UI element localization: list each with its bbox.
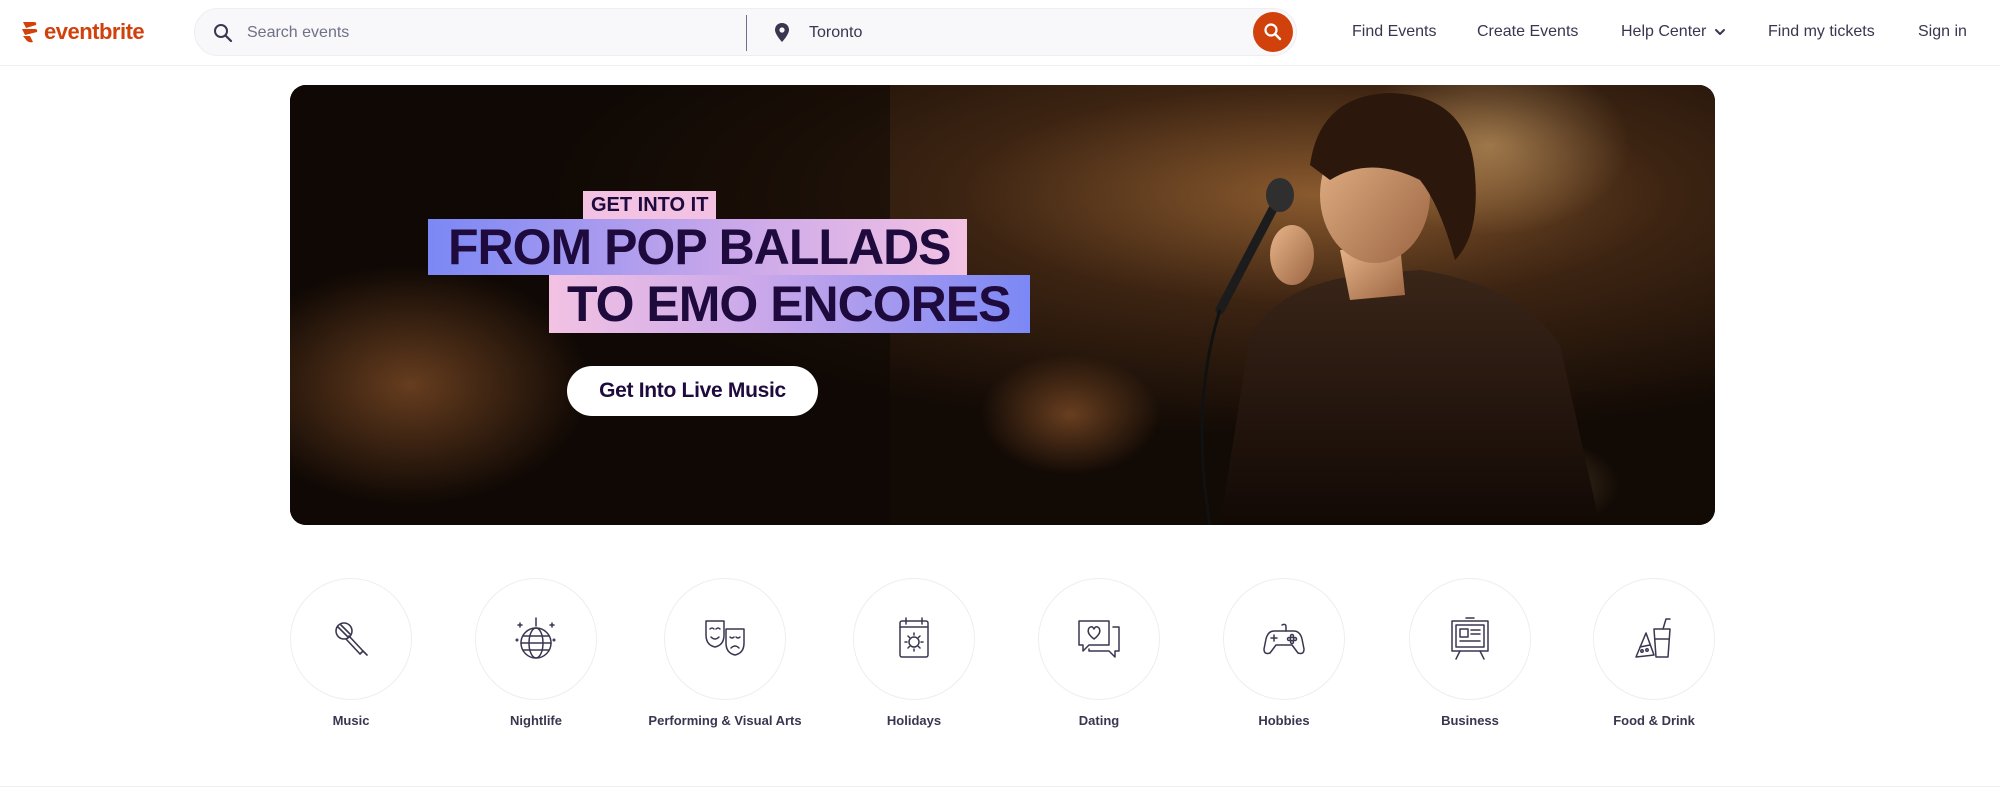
nav-find-my-tickets[interactable]: Find my tickets — [1768, 0, 1875, 64]
section-divider — [0, 786, 2000, 787]
disco-ball-icon — [515, 617, 556, 659]
category-music-label: Music — [332, 713, 370, 728]
chevron-down-icon — [1715, 29, 1726, 35]
hero-banner[interactable]: GET INTO IT FROM POP BALLADS TO EMO ENCO… — [290, 85, 1715, 525]
category-food-drink-label: Food & Drink — [1613, 713, 1695, 728]
nav-sign-in-label: Sign in — [1918, 23, 1967, 40]
category-performing-arts-label: Performing & Visual Arts — [648, 713, 802, 728]
category-food-drink-circle — [1593, 578, 1715, 700]
eventbrite-logo-icon — [22, 22, 38, 43]
category-holidays-circle — [853, 578, 975, 700]
location-input[interactable] — [809, 19, 1209, 47]
calendar-sun-icon — [899, 617, 929, 658]
drinks-icon — [1635, 618, 1671, 658]
search-icon — [1264, 23, 1282, 41]
search-submit-button[interactable] — [1253, 12, 1293, 52]
nav-help-center-dropdown[interactable]: Help Center — [1621, 0, 1726, 64]
category-icons-row: Music Nightlife Performing & Visual Arts… — [0, 578, 2000, 748]
category-holidays-label: Holidays — [886, 713, 942, 728]
hero-headline-line-1: FROM POP BALLADS — [428, 219, 967, 275]
hero-headline-line-2: TO EMO ENCORES — [549, 275, 1031, 333]
eventbrite-logo[interactable]: eventbrite — [20, 18, 145, 46]
category-dating-circle — [1038, 578, 1160, 700]
logo-wordmark: eventbrite — [44, 19, 145, 44]
category-business-label: Business — [1441, 713, 1499, 728]
category-hobbies-label: Hobbies — [1258, 713, 1310, 728]
nav-help-center-label: Help Center — [1621, 23, 1707, 40]
nav-find-events[interactable]: Find Events — [1352, 0, 1436, 64]
chat-heart-icon — [1078, 620, 1120, 658]
search-icon — [214, 24, 233, 43]
map-pin-icon — [775, 23, 789, 42]
search-bar — [194, 8, 1297, 56]
category-dating-label: Dating — [1078, 713, 1120, 728]
nav-sign-in[interactable]: Sign in — [1918, 0, 1967, 64]
category-performing-arts-circle — [664, 578, 786, 700]
nav-create-events[interactable]: Create Events — [1477, 0, 1578, 64]
hero-tagline: GET INTO IT — [583, 191, 717, 219]
search-divider — [746, 15, 747, 51]
top-navigation-bar: eventbrite Find Events Create Events Hel… — [0, 0, 2000, 66]
nav-find-my-tickets-label: Find my tickets — [1768, 23, 1875, 40]
nav-create-events-label: Create Events — [1477, 23, 1579, 40]
category-music-circle — [290, 578, 412, 700]
gamepad-icon — [1263, 623, 1305, 655]
category-hobbies-circle — [1223, 578, 1345, 700]
category-business-circle — [1409, 578, 1531, 700]
category-nightlife-label: Nightlife — [510, 713, 562, 728]
microphone-icon — [335, 622, 368, 656]
nav-find-events-label: Find Events — [1352, 23, 1437, 40]
presentation-board-icon — [1451, 617, 1489, 660]
theater-masks-icon — [705, 620, 745, 656]
get-into-live-music-button[interactable]: Get Into Live Music — [567, 366, 818, 416]
category-nightlife-circle — [475, 578, 597, 700]
